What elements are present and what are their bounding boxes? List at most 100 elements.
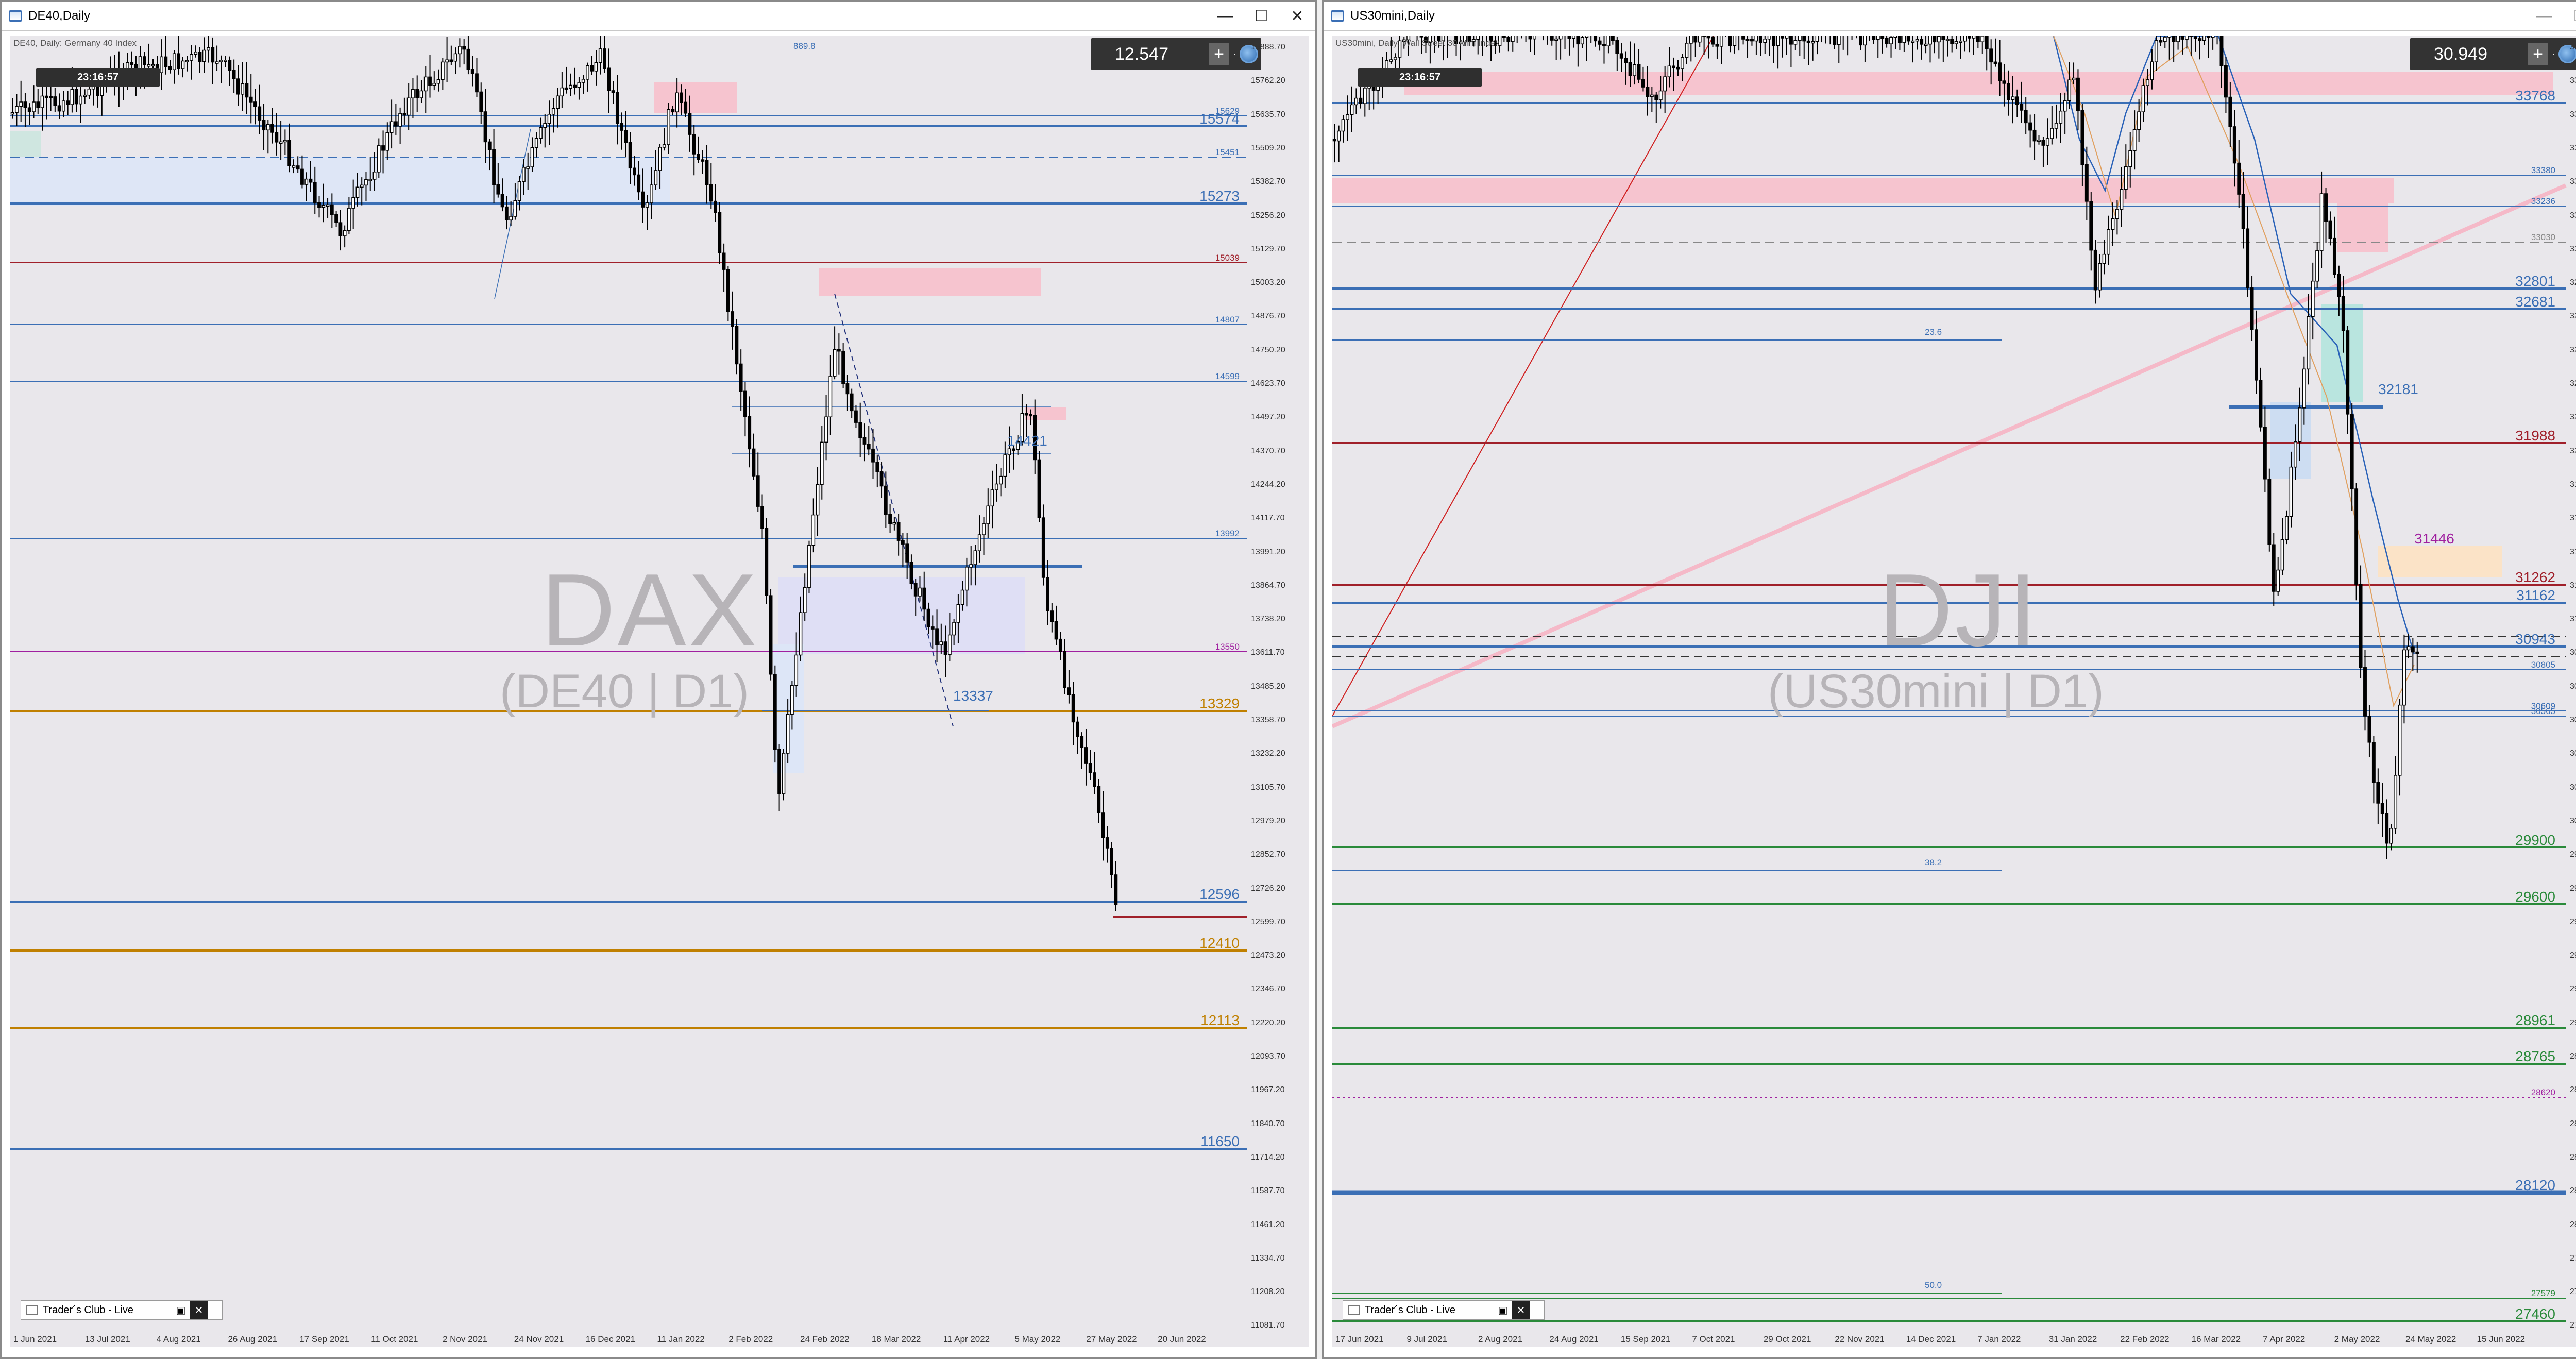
candle-body	[2207, 36, 2211, 38]
candle-body	[956, 604, 960, 623]
candle-body	[2289, 466, 2293, 517]
price-tick-label: 33039.60	[2570, 244, 2576, 253]
candle-body	[87, 89, 91, 96]
candle-body	[820, 441, 824, 485]
candle-body	[458, 46, 462, 55]
candle-body	[2072, 77, 2076, 81]
candle-body	[2076, 77, 2080, 111]
price-tick-label: 13232.20	[1251, 749, 1285, 758]
date-axis[interactable]: 1 Jun 2021 13 Jul 2021 4 Aug 2021 26 Aug 20…	[10, 1331, 1309, 1347]
window-titlebar[interactable]: DE40,Daily — ☐ ✕	[2, 2, 1315, 31]
candle-body	[654, 170, 658, 185]
candle-body	[440, 61, 445, 80]
candle-body	[1680, 57, 1684, 69]
maximize-button[interactable]: ☐	[1243, 2, 1279, 30]
candle-body	[1811, 41, 1815, 44]
candle-body	[1567, 36, 1571, 39]
price-tick-label: 33552.60	[2570, 143, 2576, 152]
level-label: 30943	[2515, 631, 2555, 647]
tab-close-button[interactable]: ✕	[190, 1301, 208, 1319]
spread-dot-icon: ·	[1232, 48, 1236, 60]
date-axis[interactable]: 17 Jun 2021 9 Jul 2021 2 Aug 2021 24 Aug 20…	[1332, 1331, 2576, 1347]
minimize-button[interactable]: —	[2526, 2, 2562, 30]
supply-zone	[654, 82, 737, 113]
candle-body	[1937, 36, 1941, 43]
price-tick-label: 14623.70	[1251, 379, 1285, 388]
candle-body	[2059, 110, 2063, 124]
candle-body	[551, 108, 555, 115]
date-tick-label: 24 Feb 2022	[800, 1334, 850, 1344]
supply-zone	[1404, 72, 2553, 95]
candle-body	[790, 685, 794, 715]
tab-restore-button[interactable]: ▣	[172, 1304, 190, 1317]
candle-body	[304, 178, 309, 185]
candle-body	[1767, 36, 1771, 40]
window-titlebar[interactable]: US30mini,Daily — ☐ ✕	[1324, 2, 2576, 31]
candle-body	[181, 60, 185, 69]
price-chart[interactable]: US30mini, Daily: Wall Street 30 Mini Ind…	[1332, 36, 2576, 1347]
candle-body	[2028, 122, 2032, 131]
candle-body	[372, 172, 377, 180]
candle-body	[215, 61, 219, 64]
price-tick-label: 13738.20	[1251, 615, 1285, 624]
candle-body	[1837, 36, 1841, 45]
candle-body	[1332, 139, 1336, 142]
level-label: 33768	[2515, 88, 2555, 104]
candle-body	[1658, 90, 1663, 100]
trend-line	[834, 293, 954, 727]
level-label: 32801	[2515, 273, 2555, 289]
candle-body	[2180, 36, 2184, 40]
level-label: 15574	[1199, 111, 1240, 127]
date-tick-label: 15 Jun 2022	[2477, 1334, 2526, 1344]
candle-body	[53, 96, 57, 106]
candle-body	[258, 106, 262, 121]
candle-body	[1745, 39, 1750, 41]
candle-body	[164, 56, 168, 67]
candle-body	[292, 165, 296, 168]
close-button[interactable]: ✕	[1279, 2, 1315, 30]
chart-tab[interactable]: Trader´s Club - Live ▣ ✕	[1343, 1300, 1545, 1320]
level-label: 13337	[953, 688, 993, 704]
candle-body	[2107, 229, 2110, 255]
trade-plus-button[interactable]: +	[2528, 43, 2548, 65]
price-tick-label: 14750.20	[1251, 345, 1285, 354]
trade-plus-button[interactable]: +	[1209, 43, 1229, 65]
candle-body	[1084, 747, 1088, 764]
price-tick-label: 31158.60	[2570, 615, 2576, 624]
candle-body	[547, 114, 551, 124]
price-axis[interactable]: 15888.70 15762.20 15635.70 15509.20 15382.70…	[1247, 36, 1309, 1331]
candle-body	[509, 216, 513, 220]
candle-body	[2132, 129, 2137, 151]
candle-body	[1615, 40, 1619, 54]
candle-body	[2346, 330, 2350, 415]
chart-tab[interactable]: Trader´s Club - Live ▣ ✕	[21, 1300, 223, 1320]
symbol-info: US30mini, Daily: Wall Street 30 Mini Ind…	[1335, 38, 1500, 48]
candle-body	[236, 78, 240, 95]
price-chart[interactable]: DE40, Daily: Germany 40 Index 23:16:57 D…	[10, 36, 1309, 1347]
price-tick-label: 28422.60	[2570, 1152, 2576, 1162]
maximize-button[interactable]: ☐	[2562, 2, 2576, 30]
candle-body	[2045, 138, 2049, 146]
us30mini-chart-window[interactable]: US30mini,Daily — ☐ ✕ US30mini, Daily: Wa…	[1322, 0, 2576, 1359]
candle-body	[2219, 36, 2224, 66]
candle-body	[2020, 104, 2024, 111]
candle-body	[1776, 36, 1780, 46]
minimize-button[interactable]: —	[1207, 2, 1243, 30]
chart-window-icon	[1331, 10, 1344, 22]
candle-body	[313, 182, 317, 203]
tab-restore-button[interactable]: ▣	[1494, 1304, 1512, 1317]
candle-body	[232, 70, 236, 79]
spread-value: 12.547	[1115, 44, 1168, 64]
tab-close-button[interactable]: ✕	[1512, 1301, 1530, 1319]
candle-body	[1689, 36, 1693, 44]
candle-body	[2111, 218, 2115, 230]
candle-body	[824, 416, 828, 443]
candle-body	[573, 84, 577, 88]
candle-body	[143, 56, 146, 65]
candle-body	[2098, 263, 2102, 291]
candle-body	[1076, 721, 1079, 737]
price-axis[interactable]: 34065.60 33894.60 33723.60 33552.60 33381.60…	[2566, 36, 2576, 1331]
candle-body	[2298, 407, 2302, 443]
de40-chart-window[interactable]: DE40,Daily — ☐ ✕ DE40, Daily: Germany 40…	[0, 0, 1317, 1359]
candle-body	[160, 56, 163, 73]
